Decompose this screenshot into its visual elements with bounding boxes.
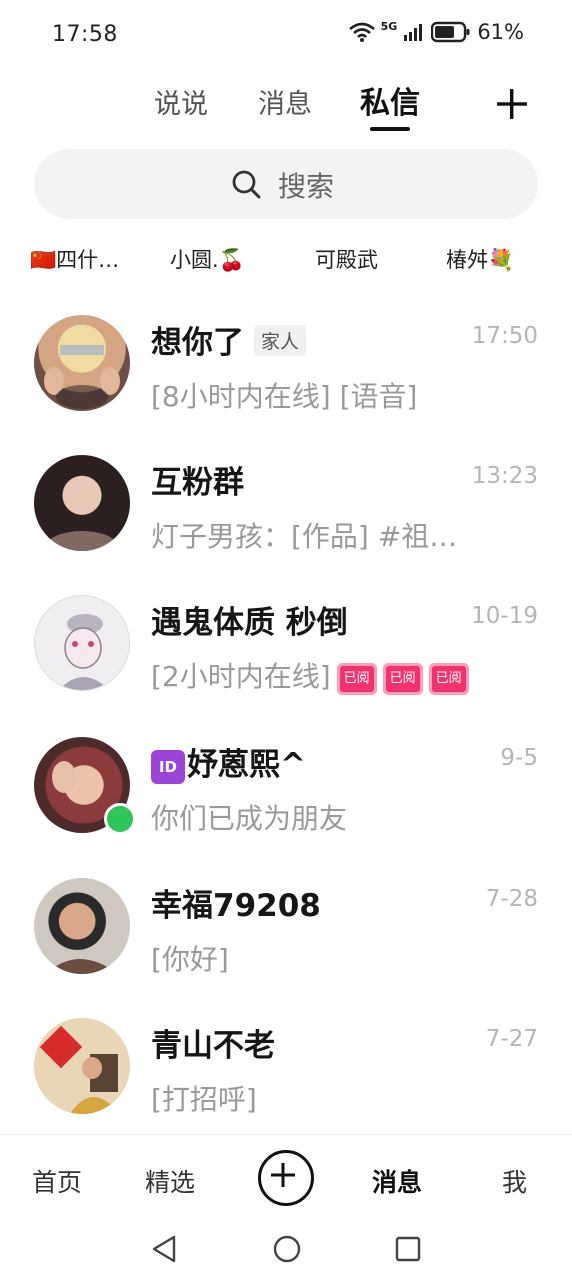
read-badge: 已阅: [428, 663, 469, 695]
conversation-preview: 你们已成为朋友: [151, 802, 348, 835]
online-indicator: [104, 803, 136, 835]
avatar[interactable]: [34, 878, 130, 974]
bottom-nav: 首页 精选 消息 我: [0, 1134, 572, 1219]
nav-me[interactable]: 我: [502, 1163, 527, 1199]
add-icon[interactable]: [492, 84, 532, 124]
home-icon[interactable]: [272, 1234, 302, 1264]
search-bar[interactable]: 搜索: [34, 149, 538, 219]
avatar-photo: [44, 345, 120, 409]
conversation-row[interactable]: 想你了 家人 [8小时内在线] [语音] 17:50: [0, 305, 572, 445]
conversation-preview: [你好]: [151, 943, 229, 976]
conversation-preview: [2小时内在线]: [151, 660, 331, 693]
status-bar: 17:58 5G 61%: [0, 0, 572, 72]
conversation-row[interactable]: 青山不老 [打招呼] 7-27: [0, 1008, 572, 1148]
conversation-row[interactable]: 幸福79208 [你好] 7-28: [0, 868, 572, 1008]
avatar[interactable]: [34, 595, 130, 691]
conversation-row[interactable]: ID 妤蒽熙^ 你们已成为朋友 9-5: [0, 727, 572, 867]
system-nav-bar: [0, 1218, 572, 1280]
avatar-illustration: [58, 614, 109, 690]
conversation-name: 妤蒽熙^: [187, 747, 306, 783]
wifi-icon: [348, 22, 375, 42]
avatar-photo: [46, 959, 118, 974]
search-placeholder: 搜索: [278, 170, 335, 203]
friends-row: 🇨🇳四什… 小圆.🍒 可殿武 椿舛💐: [0, 240, 572, 280]
battery-icon: [431, 21, 470, 43]
conversation-name: 遇鬼体质 秒倒: [151, 605, 348, 641]
conversation-row[interactable]: 遇鬼体质 秒倒 [2小时内在线] 已阅 已阅 已阅 10-19: [0, 585, 572, 725]
conversation-time: 9-5: [500, 745, 538, 771]
status-time: 17:58: [52, 22, 118, 47]
family-tag: 家人: [254, 325, 307, 356]
conversation-preview: [打招呼]: [151, 1083, 257, 1116]
friend-chip[interactable]: 椿舛💐: [446, 244, 514, 274]
conversation-name: 青山不老: [151, 1028, 275, 1064]
conversation-time: 7-28: [485, 886, 538, 912]
id-badge-icon: ID: [151, 750, 185, 784]
conversation-name: 想你了: [151, 325, 244, 361]
create-button[interactable]: [258, 1150, 314, 1206]
conversation-preview: 灯子男孩：[作品] #祖…: [151, 520, 458, 553]
avatar[interactable]: [34, 455, 130, 551]
friend-chip[interactable]: 🇨🇳四什…: [30, 244, 119, 274]
friend-chip[interactable]: 小圆.🍒: [170, 244, 245, 274]
conversation-row[interactable]: 互粉群 灯子男孩：[作品] #祖… 13:23: [0, 445, 572, 585]
conversation-time: 10-19: [471, 603, 538, 629]
avatar[interactable]: [34, 315, 130, 411]
tab-messages[interactable]: 消息: [258, 82, 312, 121]
plus-icon: [271, 1163, 295, 1187]
nav-featured[interactable]: 精选: [145, 1163, 195, 1199]
nav-home[interactable]: 首页: [32, 1163, 82, 1199]
status-icons: 5G 61%: [348, 19, 524, 44]
conversation-time: 7-27: [485, 1026, 538, 1052]
recents-icon[interactable]: [394, 1234, 422, 1264]
conversation-preview: [8小时内在线] [语音]: [151, 380, 418, 413]
tab-private-messages[interactable]: 私信: [360, 78, 420, 122]
avatar-photo: [46, 531, 118, 551]
nav-messages[interactable]: 消息: [372, 1163, 422, 1199]
active-tab-indicator: [370, 127, 410, 131]
conversation-name: 幸福79208: [151, 888, 321, 924]
avatar[interactable]: [34, 1018, 130, 1114]
avatar-photo: [39, 1025, 120, 1114]
back-icon[interactable]: [150, 1234, 178, 1264]
signal-icon: [404, 24, 423, 41]
conversation-time: 17:50: [471, 323, 538, 349]
conversation-name: 互粉群: [151, 465, 244, 501]
top-tabs: 说说 消息 私信: [0, 78, 572, 138]
conversation-time: 13:23: [471, 463, 538, 489]
read-badge: 已阅: [382, 663, 423, 695]
battery-percent: 61%: [477, 20, 524, 44]
tab-shuoshuo[interactable]: 说说: [154, 82, 208, 121]
read-badge: 已阅: [336, 663, 377, 695]
network-label: 5G: [380, 19, 398, 33]
search-icon: [232, 170, 261, 199]
friend-chip[interactable]: 可殿武: [315, 244, 378, 274]
